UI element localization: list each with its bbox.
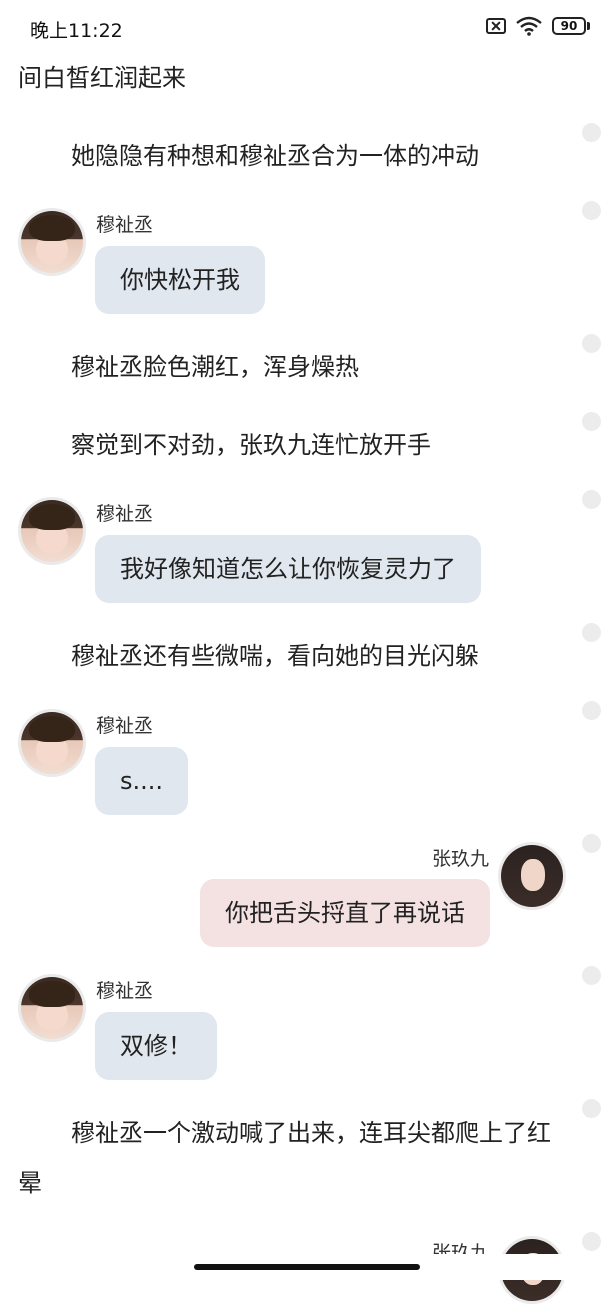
speaker-name: 穆祉丞 [96, 214, 154, 236]
scroll-dot[interactable] [582, 334, 601, 353]
status-icons: 90 [486, 16, 590, 36]
narration-line: 间白皙红润起来 [18, 64, 186, 92]
status-time: 晚上11:22 [30, 20, 123, 42]
scroll-dot[interactable] [582, 834, 601, 853]
scroll-dot[interactable] [582, 701, 601, 720]
scroll-dot[interactable] [582, 123, 601, 142]
sim-icon [486, 18, 506, 34]
speaker-name: 张玖九 [431, 848, 489, 870]
home-indicator[interactable] [194, 1264, 420, 1270]
scroll-dot[interactable] [582, 1232, 601, 1251]
avatar[interactable] [18, 974, 86, 1042]
message-bubble[interactable]: 你把舌头捋直了再说话 [200, 879, 490, 947]
message-bubble[interactable]: 你快松开我 [95, 246, 265, 314]
narration-line: 穆祉丞一个激动喊了出来，连耳尖都爬上了红晕 [18, 1119, 551, 1197]
scroll-dot[interactable] [582, 623, 601, 642]
narration-line: 她隐隐有种想和穆祉丞合为一体的冲动 [71, 142, 479, 170]
speaker-name: 穆祉丞 [96, 980, 154, 1002]
avatar[interactable] [18, 208, 86, 276]
scroll-dot[interactable] [582, 412, 601, 431]
wifi-icon [516, 16, 542, 36]
scroll-dot[interactable] [582, 1099, 601, 1118]
scroll-dot[interactable] [582, 490, 601, 509]
avatar[interactable] [498, 842, 566, 910]
battery-icon: 90 [552, 17, 590, 35]
narration-line: 察觉到不对劲，张玖九连忙放开手 [71, 431, 431, 459]
battery-level: 90 [552, 17, 586, 35]
status-bar: 晚上11:22 90 [0, 0, 614, 56]
scroll-dot[interactable] [582, 201, 601, 220]
avatar[interactable] [18, 497, 86, 565]
speaker-name: 穆祉丞 [96, 715, 154, 737]
scroll-dot[interactable] [582, 966, 601, 985]
narration-line: 穆祉丞还有些微喘，看向她的目光闪躲 [71, 642, 479, 670]
message-bubble[interactable]: 双修！ [95, 1012, 217, 1080]
avatar[interactable] [18, 709, 86, 777]
message-bubble[interactable]: s.... [95, 747, 189, 815]
narration-line: 穆祉丞脸色潮红，浑身燥热 [71, 353, 359, 381]
speaker-name: 穆祉丞 [96, 503, 154, 525]
message-bubble[interactable]: 我好像知道怎么让你恢复灵力了 [95, 535, 481, 603]
